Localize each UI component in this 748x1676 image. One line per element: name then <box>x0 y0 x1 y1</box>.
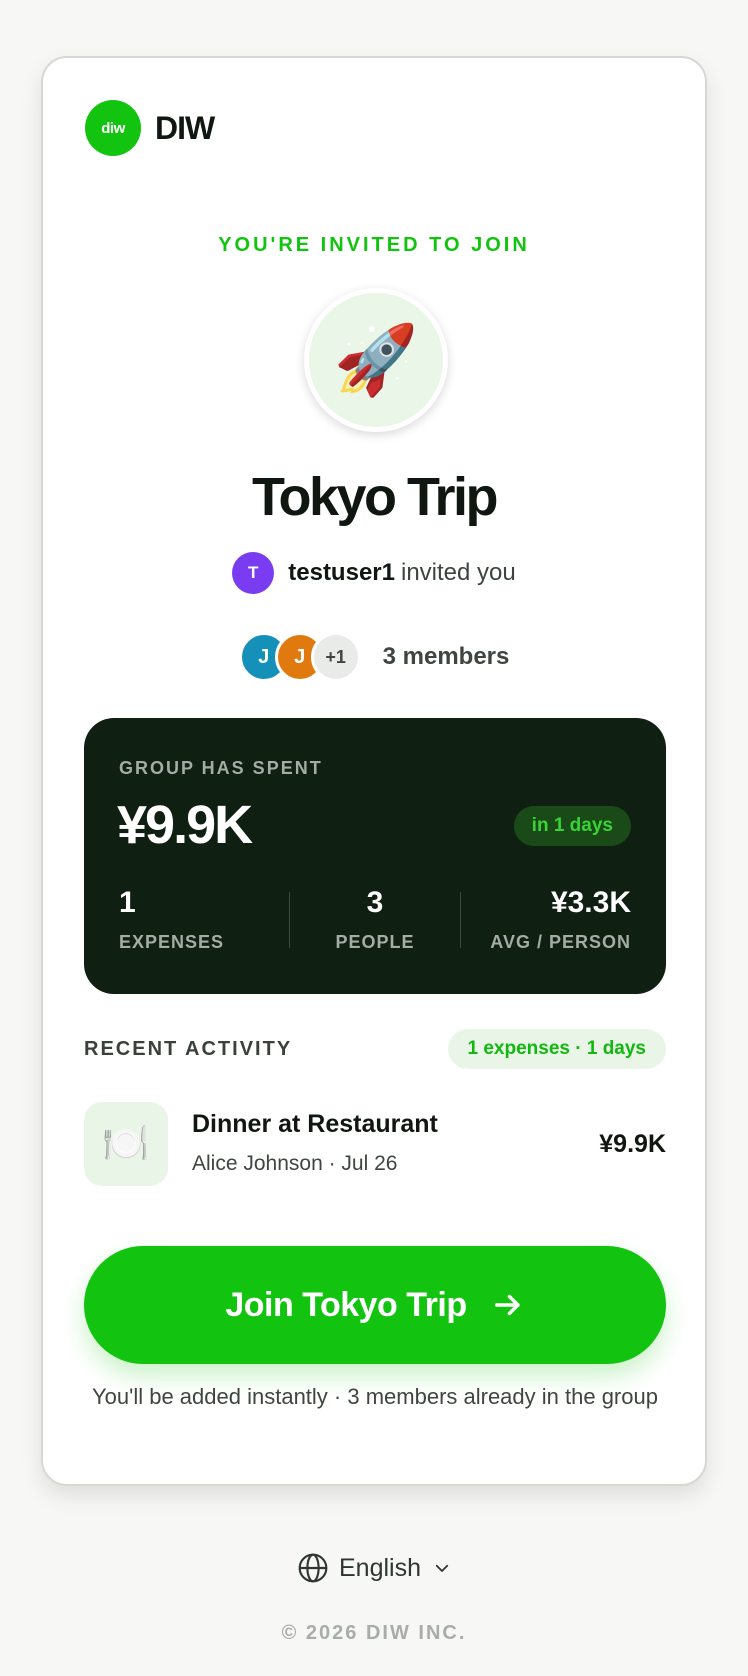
activity-title: Dinner at Restaurant <box>192 1110 438 1138</box>
chevron-down-icon <box>435 1564 449 1572</box>
stat-expenses-label: EXPENSES <box>119 932 225 952</box>
period-badge: in 1 days <box>513 806 631 846</box>
recent-summary-badge: 1 expenses · 1 days <box>447 1029 666 1069</box>
language-selector[interactable]: English <box>0 1552 748 1584</box>
member-more-badge: +1 <box>310 632 361 682</box>
stat-people: 3 PEOPLE <box>290 886 460 953</box>
activity-amount: ¥9.9K <box>599 1130 666 1158</box>
inviter-name: testuser1 <box>288 559 395 586</box>
inviter-text: invited you <box>400 559 516 586</box>
stats-total: ¥9.9K <box>117 795 253 855</box>
spending-summary-card: GROUP HAS SPENT ¥9.9K in 1 days 1 EXPENS… <box>84 718 666 994</box>
stat-avg-value: ¥3.3K <box>550 886 631 919</box>
members-row: J J +1 3 members <box>43 632 705 682</box>
join-group-button[interactable]: Join Tokyo Trip <box>84 1246 666 1364</box>
brand-header: diw DIW <box>85 100 215 156</box>
group-avatar: 🚀 <box>304 288 448 432</box>
recent-activity-header: RECENT ACTIVITY 1 expenses · 1 days <box>84 1028 666 1070</box>
member-avatar-stack: J J +1 <box>238 632 361 682</box>
stat-avg-label: AVG / PERSON <box>490 932 631 952</box>
activity-subtitle: Alice Johnson · Jul 26 <box>192 1152 398 1175</box>
stats-label: GROUP HAS SPENT <box>119 758 323 778</box>
dining-icon: 🍽️ <box>84 1102 168 1186</box>
members-count: 3 members <box>382 643 510 670</box>
recent-activity-label: RECENT ACTIVITY <box>84 1037 293 1060</box>
language-label: English <box>339 1553 421 1582</box>
activity-item: 🍽️ Dinner at Restaurant Alice Johnson · … <box>84 1102 666 1186</box>
stat-people-label: PEOPLE <box>335 932 415 952</box>
join-button-label: Join Tokyo Trip <box>225 1285 467 1324</box>
stat-expenses: 1 EXPENSES <box>119 886 289 953</box>
globe-icon <box>298 1553 328 1583</box>
stat-avg: ¥3.3K AVG / PERSON <box>461 886 631 953</box>
inviter-avatar: T <box>232 552 275 594</box>
join-note: You'll be added instantly · 3 members al… <box>92 1384 658 1409</box>
rocket-icon: 🚀 <box>333 322 419 398</box>
inviter-row: T testuser1 invited you <box>43 552 705 594</box>
invite-card: diw DIW YOU'RE INVITED TO JOIN 🚀 Tokyo T… <box>41 56 707 1486</box>
stat-people-value: 3 <box>366 886 384 919</box>
arrow-right-icon <box>494 1294 520 1316</box>
brand-logo[interactable]: diw <box>85 100 141 156</box>
brand-name: DIW <box>155 109 215 146</box>
invite-label: YOU'RE INVITED TO JOIN <box>218 234 530 256</box>
copyright-text: © 2026 DIW INC. <box>281 1622 467 1644</box>
group-title: Tokyo Trip <box>251 467 499 527</box>
stat-expenses-value: 1 <box>119 886 136 919</box>
